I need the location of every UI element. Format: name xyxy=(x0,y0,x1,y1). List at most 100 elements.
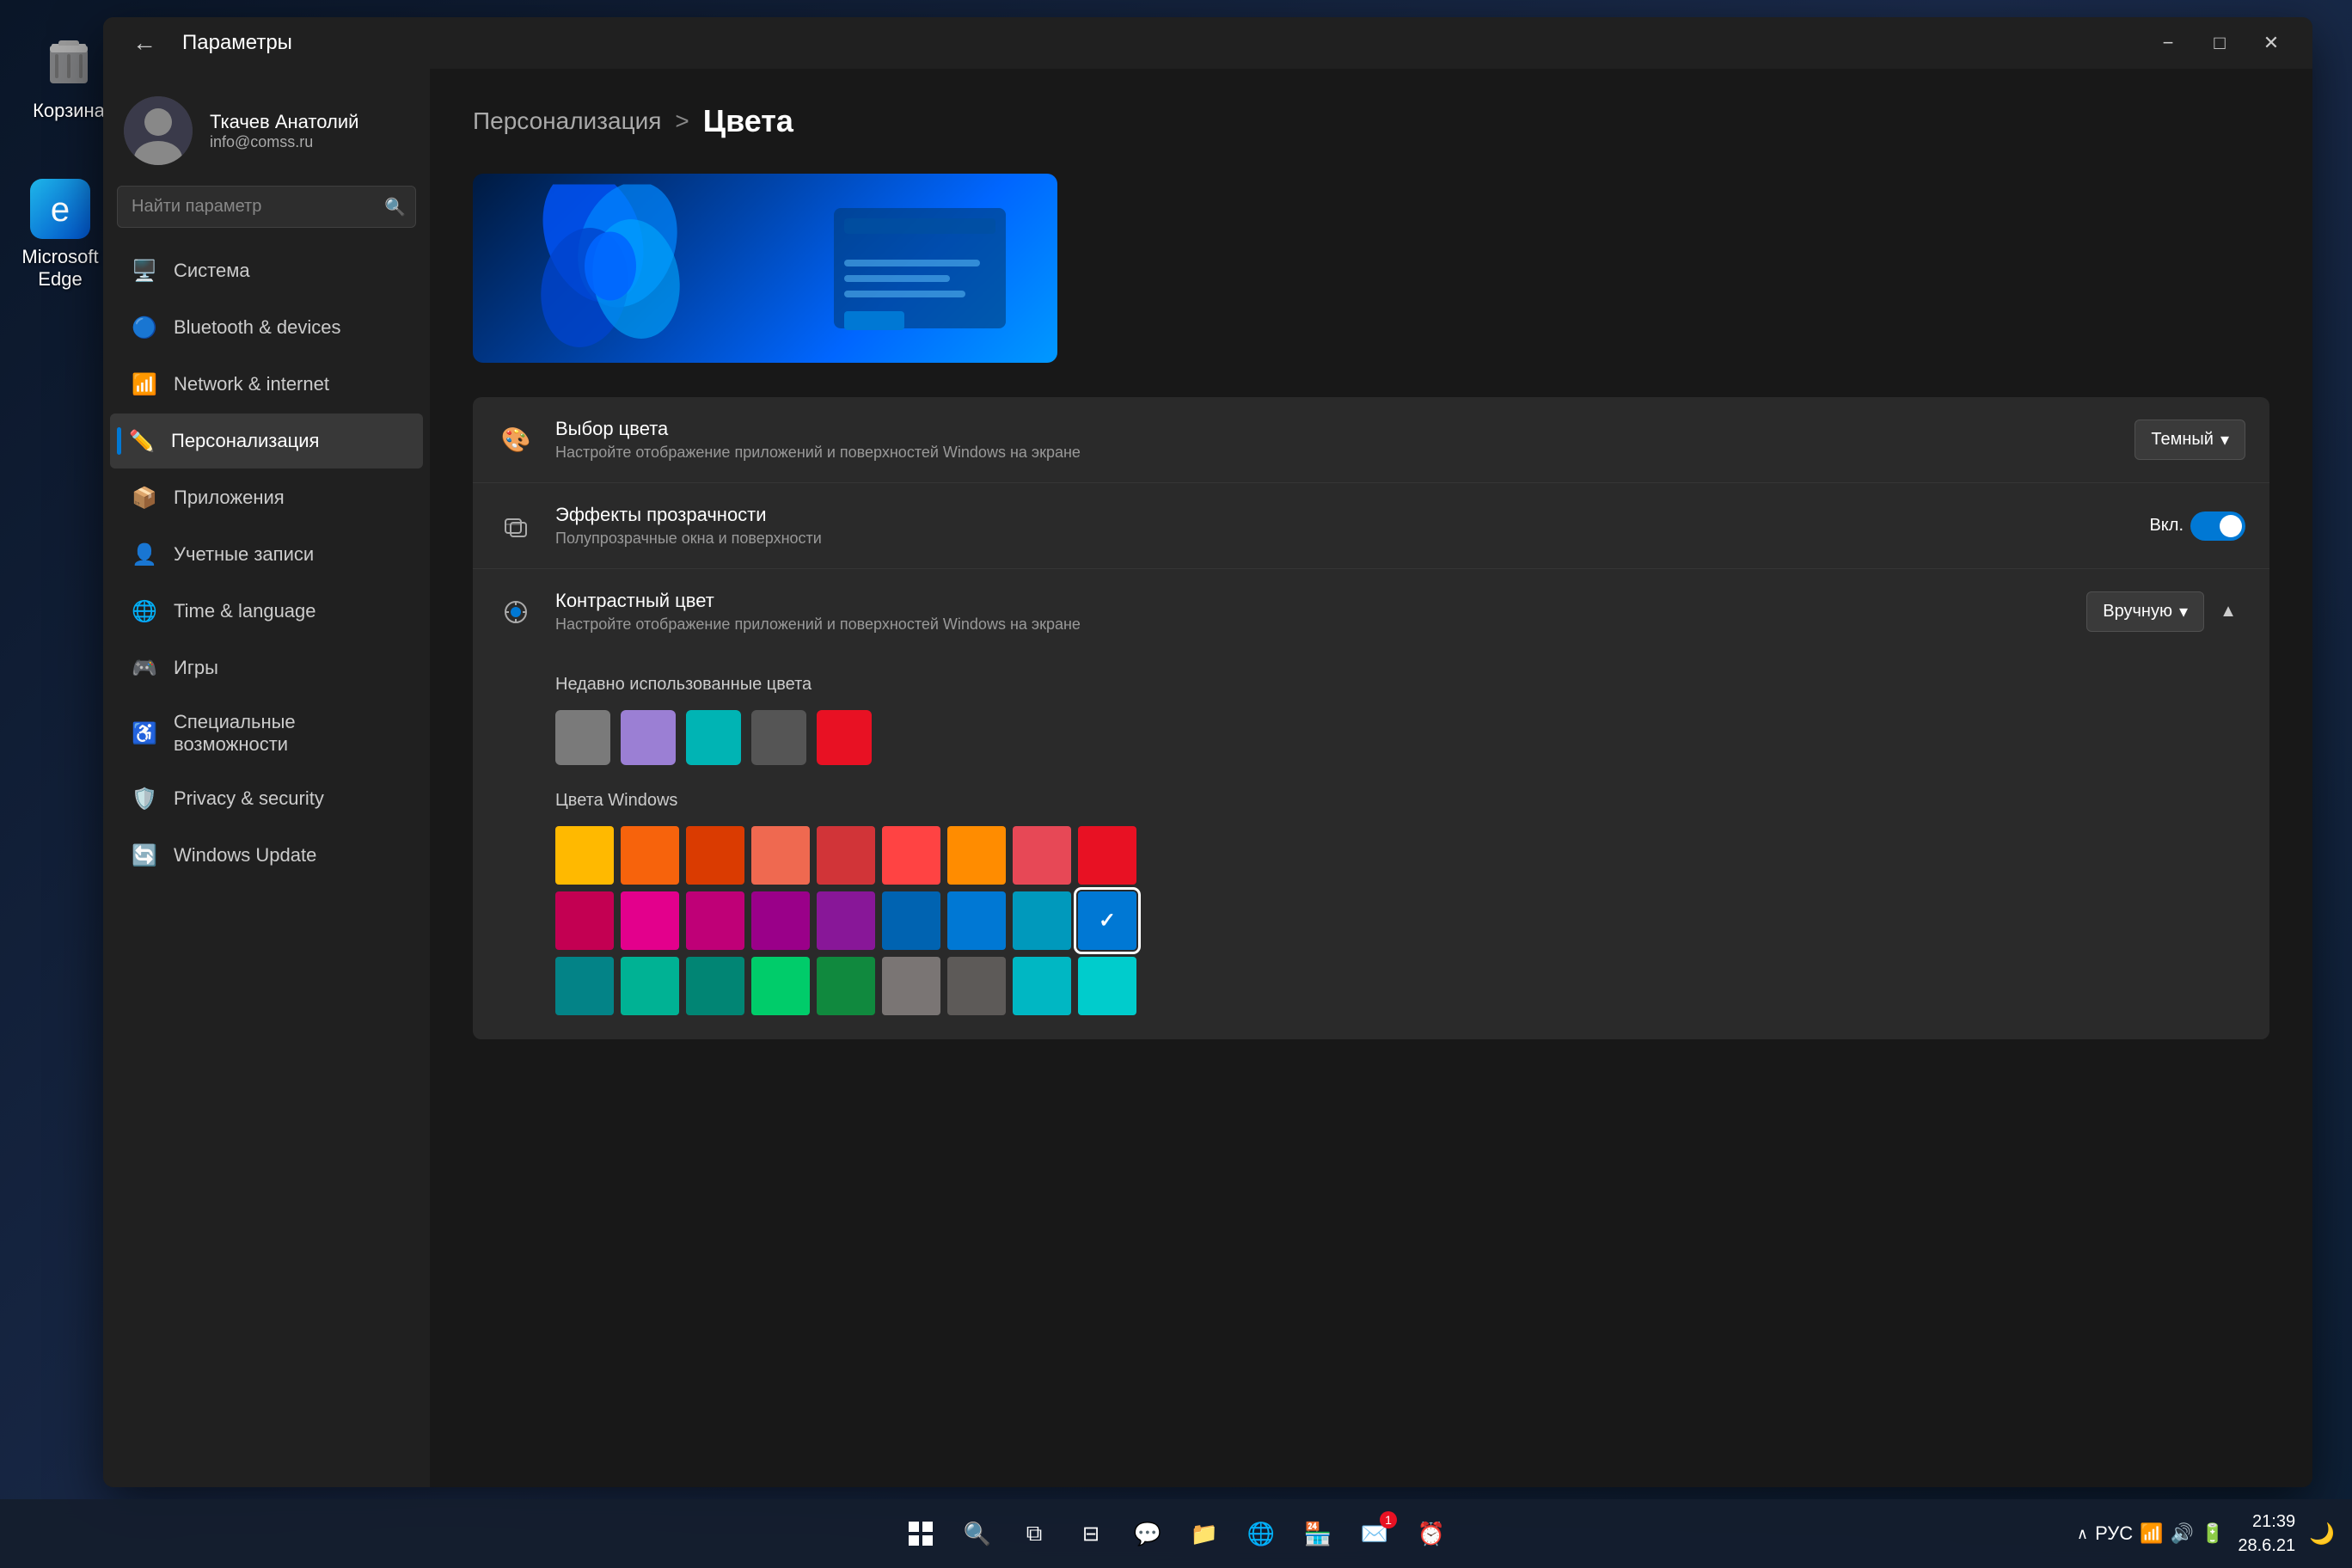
minimize-button[interactable]: − xyxy=(2144,22,2192,64)
dropdown-chevron-icon: ▾ xyxy=(2220,429,2229,450)
close-button[interactable]: ✕ xyxy=(2247,22,2295,64)
gaming-nav-icon: 🎮 xyxy=(131,654,158,682)
widgets-button[interactable]: ⊟ xyxy=(1067,1510,1115,1558)
sidebar-item-bluetooth[interactable]: 🔵Bluetooth & devices xyxy=(110,300,423,355)
desktop: Корзина e Microsoft Edge ← Параметры xyxy=(0,0,2352,1568)
color-tile[interactable] xyxy=(817,957,875,1015)
color-tile[interactable] xyxy=(555,957,614,1015)
network-nav-label: Network & internet xyxy=(174,373,329,395)
taskbar-right: ∧ РУС 📶 🔊 🔋 21:39 28.6.21 🌙 xyxy=(2077,1510,2335,1558)
taskbar: 🔍 ⧉ ⊟ 💬 📁 🌐 🏪 ✉️1 ⏰ ∧ РУС 📶 🔊 🔋 21:39 28… xyxy=(0,1499,2352,1568)
notification-icon[interactable]: 🌙 xyxy=(2309,1522,2335,1547)
title-bar-controls: − □ ✕ xyxy=(2144,22,2295,64)
color-tile[interactable] xyxy=(882,957,940,1015)
system-nav-icon: 🖥️ xyxy=(131,257,158,285)
color-tile[interactable] xyxy=(1013,826,1071,885)
search-input[interactable] xyxy=(117,186,416,228)
user-info: Ткачев Анатолий info@comss.ru xyxy=(210,111,358,151)
breadcrumb: Персонализация > Цвета xyxy=(473,103,2269,139)
sidebar-item-system[interactable]: 🖥️Система xyxy=(110,243,423,298)
color-tile[interactable] xyxy=(555,891,614,950)
color-tile[interactable] xyxy=(621,826,679,885)
color-tile[interactable] xyxy=(817,826,875,885)
clock-app-button[interactable]: ⏰ xyxy=(1407,1510,1455,1558)
color-choice-dropdown[interactable]: Темный ▾ xyxy=(2135,420,2245,460)
recent-swatch-1[interactable] xyxy=(621,710,676,765)
color-tile[interactable] xyxy=(751,957,810,1015)
sidebar-item-network[interactable]: 📶Network & internet xyxy=(110,357,423,412)
personalization-nav-label: Персонализация xyxy=(171,430,319,452)
windows-logo xyxy=(524,185,696,352)
settings-window: ← Параметры − □ ✕ xyxy=(103,17,2312,1487)
transparency-toggle[interactable] xyxy=(2190,511,2245,541)
title-bar: ← Параметры − □ ✕ xyxy=(103,17,2312,69)
color-tile[interactable] xyxy=(947,826,1006,885)
color-tile[interactable] xyxy=(1078,957,1136,1015)
edge-taskbar-button[interactable]: 🌐 xyxy=(1237,1510,1285,1558)
color-tile[interactable] xyxy=(947,957,1006,1015)
recent-colors-swatches xyxy=(555,710,2245,765)
color-tile[interactable] xyxy=(621,957,679,1015)
color-tile[interactable] xyxy=(947,891,1006,950)
color-tile[interactable] xyxy=(817,891,875,950)
sidebar-item-personalization[interactable]: ✏️Персонализация xyxy=(110,413,423,469)
color-tile[interactable] xyxy=(686,957,744,1015)
mail-button[interactable]: ✉️1 xyxy=(1351,1510,1399,1558)
color-choice-desc: Настройте отображение приложений и повер… xyxy=(555,444,2114,462)
taskview-button[interactable]: ⧉ xyxy=(1010,1510,1058,1558)
start-button[interactable] xyxy=(897,1510,945,1558)
accent-color-text: Контрастный цвет Настройте отображение п… xyxy=(555,590,2066,634)
chat-button[interactable]: 💬 xyxy=(1124,1510,1172,1558)
window-title: Параметры xyxy=(182,31,292,55)
colors-row-2 xyxy=(555,891,2245,950)
transparency-label: Вкл. xyxy=(2149,516,2184,536)
recent-swatch-3[interactable] xyxy=(751,710,806,765)
color-tile[interactable] xyxy=(555,826,614,885)
sidebar-item-accessibility[interactable]: ♿Специальные возможности xyxy=(110,697,423,769)
title-bar-left: ← Параметры xyxy=(120,22,292,64)
color-tile[interactable] xyxy=(621,891,679,950)
color-tile[interactable] xyxy=(1013,957,1071,1015)
color-tile[interactable] xyxy=(1078,826,1136,885)
accent-expand-button[interactable]: ▲ xyxy=(2211,595,2245,629)
accessibility-nav-icon: ♿ xyxy=(131,720,158,747)
search-taskbar-button[interactable]: 🔍 xyxy=(953,1510,1001,1558)
back-button[interactable]: ← xyxy=(120,22,168,64)
date-display: 28.6.21 xyxy=(2238,1534,2295,1558)
main-content: Персонализация > Цвета xyxy=(430,69,2312,1487)
sidebar-item-update[interactable]: 🔄Windows Update xyxy=(110,828,423,883)
color-tile[interactable] xyxy=(1013,891,1071,950)
color-tile[interactable] xyxy=(882,891,940,950)
explorer-button[interactable]: 📁 xyxy=(1180,1510,1228,1558)
color-tile[interactable] xyxy=(686,826,744,885)
recent-colors-label: Недавно использованные цвета xyxy=(555,675,2245,695)
recent-swatch-4[interactable] xyxy=(817,710,872,765)
user-profile[interactable]: Ткачев Анатолий info@comss.ru xyxy=(103,83,430,186)
battery-icon: 🔋 xyxy=(2201,1522,2224,1545)
store-button[interactable]: 🏪 xyxy=(1294,1510,1342,1558)
sidebar-item-privacy[interactable]: 🛡️Privacy & security xyxy=(110,771,423,826)
color-tile-selected[interactable] xyxy=(1078,891,1136,950)
accent-color-value: Вручную xyxy=(2103,602,2172,622)
sidebar-item-apps[interactable]: 📦Приложения xyxy=(110,470,423,525)
desktop-icon-edge[interactable]: e Microsoft Edge xyxy=(9,172,112,297)
recent-swatch-2[interactable] xyxy=(686,710,741,765)
mockup-button xyxy=(844,311,904,330)
clock-display[interactable]: 21:39 28.6.21 xyxy=(2238,1510,2295,1558)
chevron-up-icon[interactable]: ∧ xyxy=(2077,1525,2088,1543)
recent-swatch-0[interactable] xyxy=(555,710,610,765)
breadcrumb-parent[interactable]: Персонализация xyxy=(473,107,661,135)
color-choice-row: 🎨 Выбор цвета Настройте отображение прил… xyxy=(473,397,2269,483)
color-tile[interactable] xyxy=(751,826,810,885)
accent-color-dropdown[interactable]: Вручную ▾ xyxy=(2086,591,2204,632)
color-tile[interactable] xyxy=(751,891,810,950)
colors-row-3 xyxy=(555,957,2245,1015)
system-tray: ∧ РУС 📶 🔊 🔋 xyxy=(2077,1522,2224,1545)
sidebar-item-gaming[interactable]: 🎮Игры xyxy=(110,640,423,695)
color-tile[interactable] xyxy=(882,826,940,885)
sidebar-item-accounts[interactable]: 👤Учетные записи xyxy=(110,527,423,582)
sidebar-item-time[interactable]: 🌐Time & language xyxy=(110,584,423,639)
color-tile[interactable] xyxy=(686,891,744,950)
taskbar-center: 🔍 ⧉ ⊟ 💬 📁 🌐 🏪 ✉️1 ⏰ xyxy=(897,1510,1455,1558)
maximize-button[interactable]: □ xyxy=(2196,22,2244,64)
